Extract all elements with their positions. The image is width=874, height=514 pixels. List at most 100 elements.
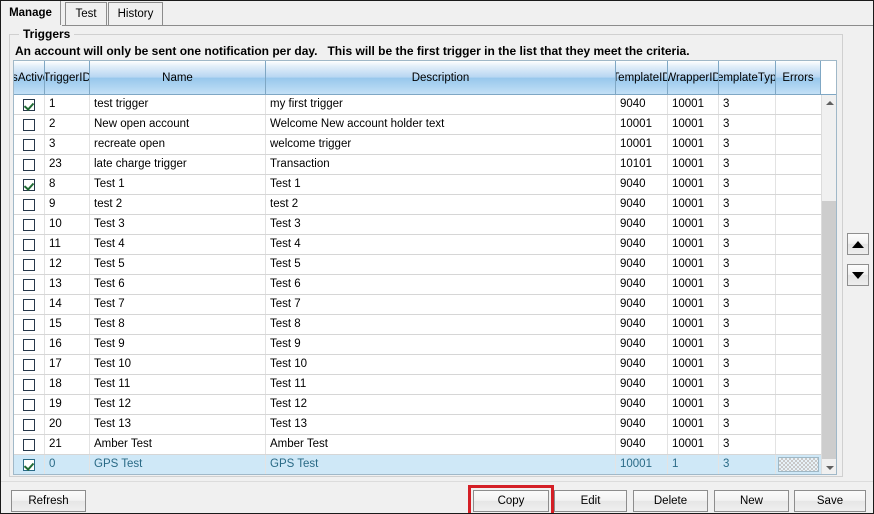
cell-trigger_id[interactable]: 11 <box>45 235 90 254</box>
cell-wrapper_id[interactable]: 1 <box>668 455 719 474</box>
cell-template_id[interactable]: 9040 <box>616 195 668 214</box>
is-active-cell[interactable] <box>14 435 45 454</box>
cell-template_type[interactable]: 3 <box>719 375 776 394</box>
cell-name[interactable]: Test 7 <box>90 295 266 314</box>
cell-name[interactable]: recreate open <box>90 135 266 154</box>
checkbox-unchecked-icon[interactable] <box>23 158 35 171</box>
tab-test[interactable]: Test <box>65 2 107 25</box>
cell-template_id[interactable]: 10101 <box>616 155 668 174</box>
is-active-cell[interactable] <box>14 215 45 234</box>
table-row[interactable]: 10 Test 3 Test 3 9040 10001 3 <box>14 215 821 235</box>
table-row[interactable]: 2 New open account Welcome New account hol… <box>14 115 821 135</box>
cell-name[interactable]: Test 6 <box>90 275 266 294</box>
cell-name[interactable]: Test 8 <box>90 315 266 334</box>
cell-trigger_id[interactable]: 10 <box>45 215 90 234</box>
table-row[interactable]: 23 late charge trigger Transaction 10101 100… <box>14 155 821 175</box>
cell-errors[interactable] <box>776 375 821 394</box>
cell-name[interactable]: Test 12 <box>90 395 266 414</box>
cell-template_id[interactable]: 9040 <box>616 435 668 454</box>
cell-description[interactable]: test 2 <box>266 195 616 214</box>
column-header-description[interactable]: Description <box>266 61 616 94</box>
cell-name[interactable]: New open account <box>90 115 266 134</box>
cell-errors[interactable] <box>776 235 821 254</box>
move-down-button[interactable] <box>847 264 869 286</box>
checkbox-unchecked-icon[interactable] <box>23 338 35 351</box>
cell-trigger_id[interactable]: 2 <box>45 115 90 134</box>
cell-errors[interactable] <box>776 355 821 374</box>
cell-wrapper_id[interactable]: 10001 <box>668 255 719 274</box>
column-header-is_active[interactable]: IsActive <box>14 61 45 94</box>
column-header-template_id[interactable]: TemplateID <box>616 61 668 94</box>
cell-wrapper_id[interactable]: 10001 <box>668 215 719 234</box>
cell-template_id[interactable]: 9040 <box>616 415 668 434</box>
cell-errors[interactable] <box>776 135 821 154</box>
cell-description[interactable]: Test 6 <box>266 275 616 294</box>
cell-description[interactable]: Test 9 <box>266 335 616 354</box>
tab-history[interactable]: History <box>108 2 163 25</box>
cell-errors[interactable] <box>776 335 821 354</box>
cell-errors[interactable] <box>776 195 821 214</box>
cell-template_id[interactable]: 9040 <box>616 255 668 274</box>
cell-wrapper_id[interactable]: 10001 <box>668 155 719 174</box>
cell-template_id[interactable]: 9040 <box>616 295 668 314</box>
cell-wrapper_id[interactable]: 10001 <box>668 375 719 394</box>
delete-button[interactable]: Delete <box>633 490 708 512</box>
cell-template_type[interactable]: 3 <box>719 135 776 154</box>
cell-template_type[interactable]: 3 <box>719 315 776 334</box>
cell-template_type[interactable]: 3 <box>719 415 776 434</box>
cell-wrapper_id[interactable]: 10001 <box>668 95 719 114</box>
cell-description[interactable]: GPS Test <box>266 455 616 474</box>
cell-wrapper_id[interactable]: 10001 <box>668 195 719 214</box>
cell-trigger_id[interactable]: 14 <box>45 295 90 314</box>
cell-template_id[interactable]: 10001 <box>616 135 668 154</box>
cell-template_type[interactable]: 3 <box>719 435 776 454</box>
cell-template_id[interactable]: 9040 <box>616 215 668 234</box>
cell-errors[interactable] <box>776 95 821 114</box>
cell-wrapper_id[interactable]: 10001 <box>668 435 719 454</box>
cell-description[interactable]: Test 3 <box>266 215 616 234</box>
cell-description[interactable]: my first trigger <box>266 95 616 114</box>
cell-template_type[interactable]: 3 <box>719 335 776 354</box>
cell-errors[interactable] <box>776 295 821 314</box>
table-row[interactable]: 1 test trigger my first trigger 9040 10001 3 <box>14 95 821 115</box>
cell-name[interactable]: test 2 <box>90 195 266 214</box>
is-active-cell[interactable] <box>14 455 45 474</box>
is-active-cell[interactable] <box>14 135 45 154</box>
column-header-trigger_id[interactable]: Trigger ID <box>45 61 90 94</box>
cell-name[interactable]: Test 13 <box>90 415 266 434</box>
cell-wrapper_id[interactable]: 10001 <box>668 295 719 314</box>
cell-trigger_id[interactable]: 18 <box>45 375 90 394</box>
cell-trigger_id[interactable]: 8 <box>45 175 90 194</box>
is-active-cell[interactable] <box>14 235 45 254</box>
cell-errors[interactable] <box>776 155 821 174</box>
cell-trigger_id[interactable]: 23 <box>45 155 90 174</box>
cell-errors[interactable] <box>776 415 821 434</box>
cell-errors[interactable] <box>776 215 821 234</box>
is-active-cell[interactable] <box>14 255 45 274</box>
is-active-cell[interactable] <box>14 155 45 174</box>
cell-wrapper_id[interactable]: 10001 <box>668 395 719 414</box>
move-up-button[interactable] <box>847 233 869 255</box>
cell-trigger_id[interactable]: 13 <box>45 275 90 294</box>
checkbox-unchecked-icon[interactable] <box>23 278 35 291</box>
is-active-cell[interactable] <box>14 275 45 294</box>
cell-wrapper_id[interactable]: 10001 <box>668 235 719 254</box>
cell-description[interactable]: Test 12 <box>266 395 616 414</box>
table-row[interactable]: 0 GPS Test GPS Test 10001 1 3 <box>14 455 821 474</box>
table-row[interactable]: 11 Test 4 Test 4 9040 10001 3 <box>14 235 821 255</box>
cell-wrapper_id[interactable]: 10001 <box>668 415 719 434</box>
column-header-wrapper_id[interactable]: WrapperID <box>668 61 719 94</box>
cell-template_id[interactable]: 9040 <box>616 235 668 254</box>
save-button[interactable]: Save <box>794 490 866 512</box>
cell-name[interactable]: Test 5 <box>90 255 266 274</box>
column-header-errors[interactable]: Errors <box>776 61 821 94</box>
column-header-template_type[interactable]: TemplateType <box>719 61 776 94</box>
cell-name[interactable]: Test 9 <box>90 335 266 354</box>
cell-wrapper_id[interactable]: 10001 <box>668 315 719 334</box>
cell-template_type[interactable]: 3 <box>719 175 776 194</box>
cell-name[interactable]: late charge trigger <box>90 155 266 174</box>
column-header-name[interactable]: Name <box>90 61 266 94</box>
cell-template_type[interactable]: 3 <box>719 195 776 214</box>
cell-template_id[interactable]: 9040 <box>616 355 668 374</box>
cell-template_type[interactable]: 3 <box>719 255 776 274</box>
